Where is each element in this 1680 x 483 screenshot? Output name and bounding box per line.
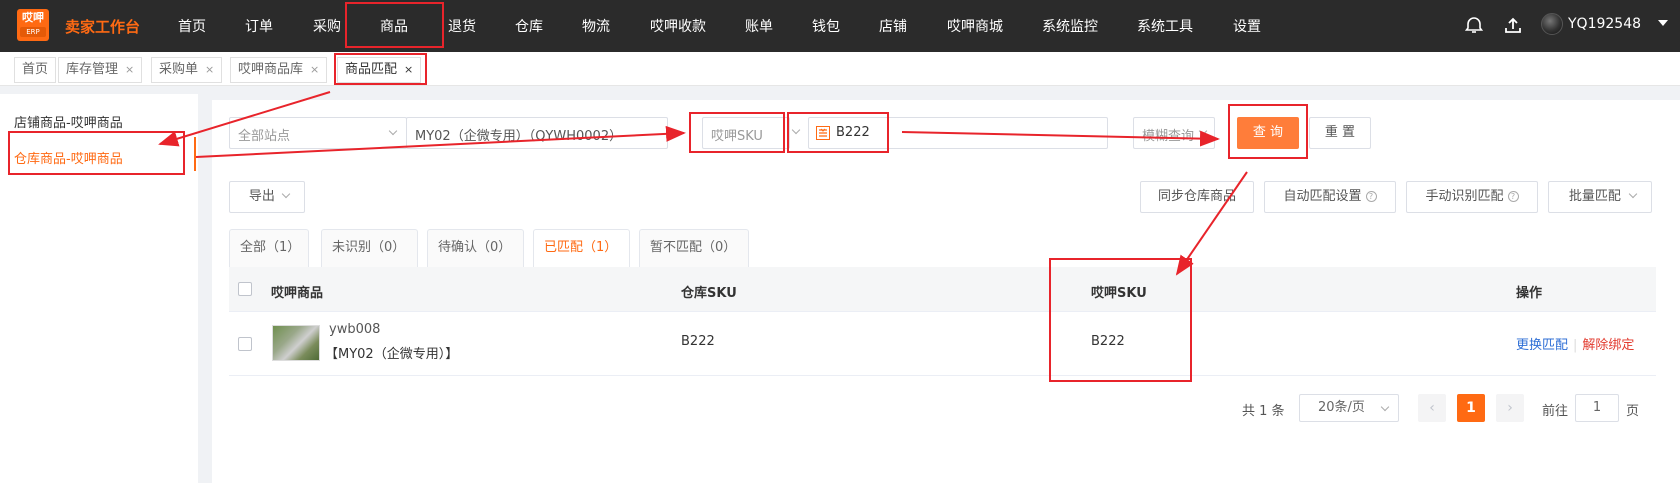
annotation-arrow	[1175, 171, 1248, 276]
annotation-arrow	[158, 91, 331, 147]
annotation-arrows	[158, 91, 1248, 276]
annotation-arrow	[195, 125, 686, 158]
annotation-arrow	[901, 130, 1220, 147]
